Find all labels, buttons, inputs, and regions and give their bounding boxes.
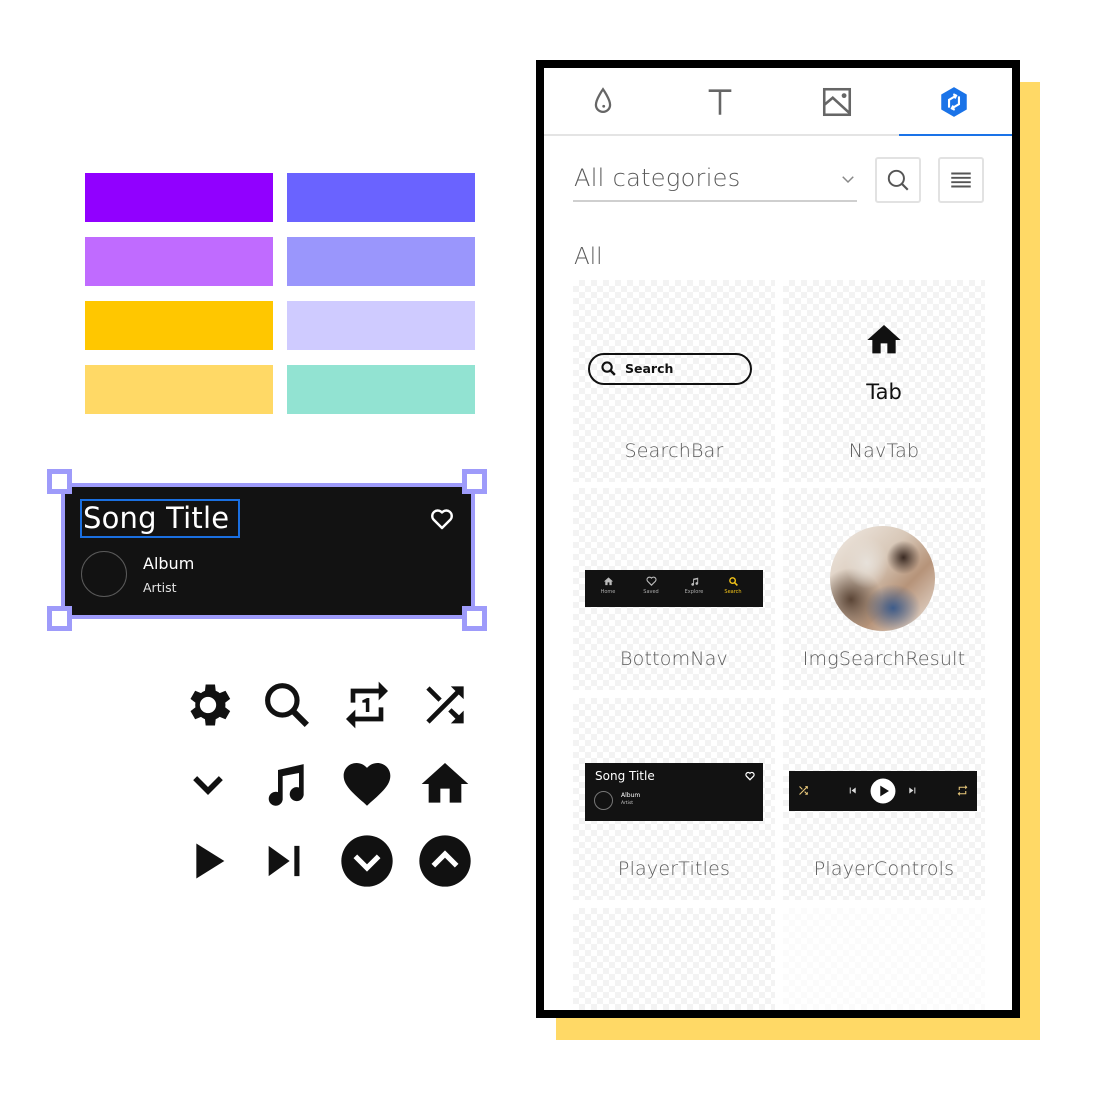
play-circle-icon — [870, 778, 896, 804]
panel-tabs — [544, 68, 1012, 136]
album-label: Album — [143, 554, 195, 573]
artist-label: Artist — [143, 580, 177, 595]
image-icon — [822, 87, 851, 117]
swatch-light-indigo[interactable] — [287, 237, 475, 286]
song-title[interactable]: Song Title — [83, 499, 229, 537]
album-art-placeholder — [81, 551, 127, 597]
expand-circle-down-icon[interactable] — [339, 833, 395, 889]
component-card-playertitles[interactable]: Song Title Album Artist PlayerTitles — [573, 698, 775, 900]
music-note-icon[interactable] — [257, 756, 313, 812]
playercontrols-preview — [789, 771, 977, 811]
search-icon — [728, 577, 738, 586]
drop-icon — [594, 87, 611, 113]
home-icon[interactable] — [417, 756, 473, 812]
navtab-preview-text: Tab — [866, 380, 902, 404]
swatch-lavender[interactable] — [287, 301, 475, 350]
tab-style[interactable] — [544, 68, 661, 136]
swatch-light-purple[interactable] — [85, 237, 273, 286]
shuffle-icon — [799, 786, 808, 795]
search-icon[interactable] — [259, 677, 315, 733]
component-card-partial[interactable] — [783, 908, 985, 1010]
tab-images[interactable] — [778, 68, 895, 136]
swatch-purple[interactable] — [85, 173, 273, 222]
tab-components[interactable] — [895, 68, 1012, 136]
shuffle-icon[interactable] — [417, 677, 473, 733]
component-card-playercontrols[interactable]: PlayerControls — [783, 698, 985, 900]
skip-previous-icon — [849, 787, 856, 794]
components-icon — [940, 87, 967, 117]
component-card-label: ImgSearchResult — [802, 648, 966, 670]
active-tab-indicator — [899, 134, 1012, 136]
swatch-amber[interactable] — [85, 301, 273, 350]
repeat-icon — [957, 785, 968, 796]
bottomnav-item-search: Search — [713, 576, 753, 595]
skip-next-icon — [909, 787, 916, 794]
heart-outline-icon — [745, 771, 755, 781]
component-card-label: PlayerTitles — [617, 858, 731, 880]
component-card-bottomnav[interactable]: Home Saved Explore Search BottomNav — [573, 488, 775, 690]
swatch-light-amber[interactable] — [85, 365, 273, 414]
searchbar-preview: Search — [588, 353, 752, 385]
album-art-placeholder — [594, 791, 613, 810]
component-card-searchbar[interactable]: Search SearchBar — [573, 280, 775, 482]
category-select-value: All categories — [574, 164, 741, 192]
resize-handle-bottom-left[interactable] — [47, 606, 72, 631]
list-view-button[interactable] — [938, 157, 984, 203]
repeat-one-icon[interactable] — [339, 677, 395, 733]
resize-handle-top-left[interactable] — [47, 469, 72, 494]
heart-icon[interactable] — [339, 756, 395, 812]
category-select[interactable]: All categories — [573, 160, 857, 202]
chevron-down-icon[interactable] — [180, 756, 236, 812]
component-card-label: SearchBar — [624, 440, 724, 462]
chevron-down-icon — [842, 176, 854, 184]
heart-outline-icon — [645, 576, 657, 586]
tab-text[interactable] — [661, 68, 778, 136]
bottomnav-item-home: Home — [588, 576, 628, 595]
artist-photo — [830, 526, 935, 631]
section-title: All — [574, 244, 603, 270]
component-card-partial[interactable] — [573, 908, 775, 1010]
heart-outline-icon[interactable] — [430, 508, 454, 530]
swatch-mint[interactable] — [287, 365, 475, 414]
bottomnav-item-saved: Saved — [631, 576, 671, 595]
swatch-indigo[interactable] — [287, 173, 475, 222]
menu-lines-icon — [951, 172, 971, 188]
play-icon[interactable] — [180, 833, 236, 889]
home-icon — [603, 577, 613, 586]
search-icon — [887, 169, 909, 191]
expand-circle-up-icon[interactable] — [417, 833, 473, 889]
music-note-icon — [690, 577, 698, 586]
component-card-label: NavTab — [848, 440, 920, 462]
bottomnav-item-explore: Explore — [674, 576, 714, 595]
settings-icon[interactable] — [180, 677, 236, 733]
search-icon — [601, 361, 616, 376]
component-card-navtab[interactable]: Tab NavTab — [783, 280, 985, 482]
component-card-label: BottomNav — [620, 648, 728, 670]
resize-handle-bottom-right[interactable] — [462, 606, 487, 631]
components-panel: All categories All Search SearchBar Tab … — [536, 60, 1020, 1018]
skip-next-icon[interactable] — [257, 833, 313, 889]
component-card-imgsearchresult[interactable]: ImgSearchResult — [783, 488, 985, 690]
playertitles-preview: Song Title Album Artist — [585, 763, 763, 821]
text-icon — [708, 89, 731, 115]
search-button[interactable] — [875, 157, 921, 203]
bottomnav-preview: Home Saved Explore Search — [585, 570, 763, 607]
component-card-label: PlayerControls — [813, 858, 955, 880]
home-icon — [867, 325, 901, 354]
panel-content: All categories All Search SearchBar Tab … — [544, 68, 1012, 1010]
searchbar-preview-text: Search — [625, 361, 674, 376]
resize-handle-top-right[interactable] — [462, 469, 487, 494]
